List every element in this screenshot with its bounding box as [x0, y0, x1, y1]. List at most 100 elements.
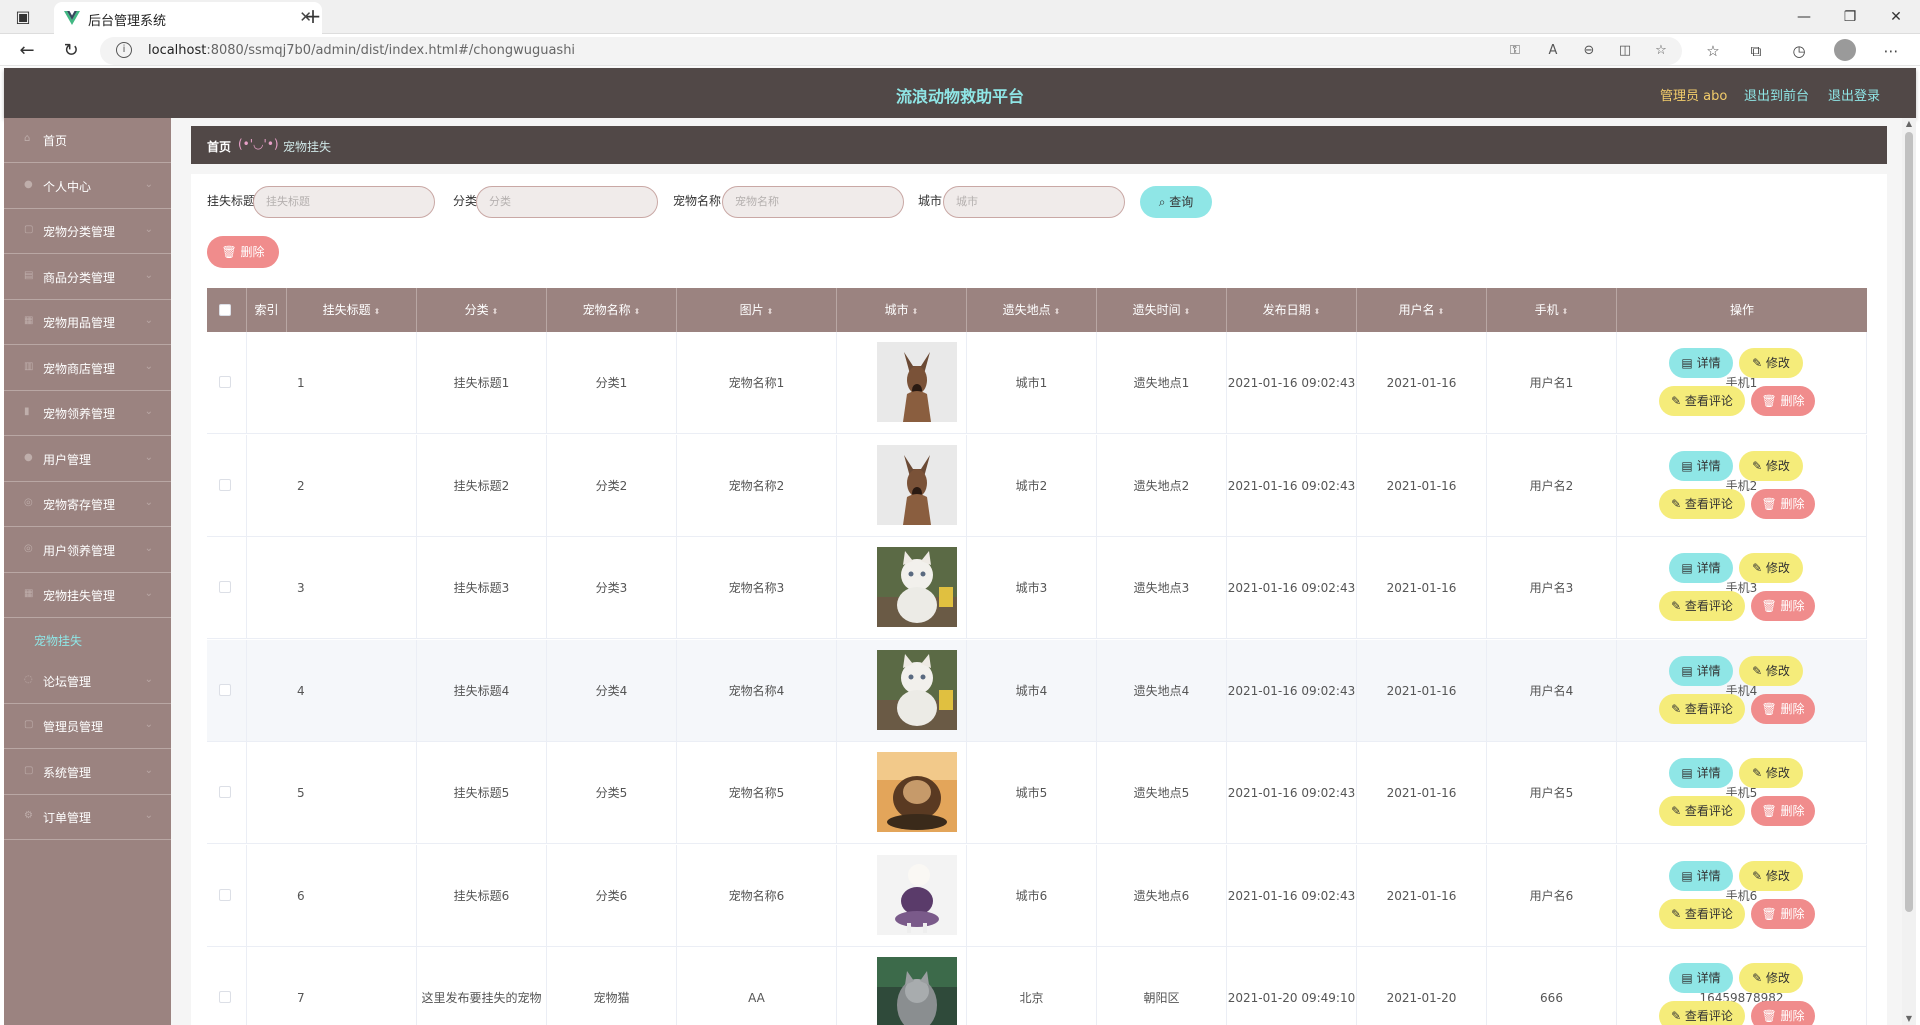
sort-icon[interactable]: ⬍ — [634, 307, 641, 316]
pet-photo[interactable] — [877, 752, 957, 832]
url-field[interactable]: i localhost:8080/ssmqj7b0/admin/dist/ind… — [100, 37, 1682, 65]
sidebar-item[interactable]: ● 用户管理 ⌄ — [4, 437, 171, 482]
profile-avatar[interactable] — [1834, 39, 1856, 61]
edit-button[interactable]: ✎ 修改 — [1739, 860, 1803, 891]
column-header[interactable]: 宠物名称 ⬍ — [547, 288, 677, 332]
sidebar-item[interactable]: ▢ 系统管理 ⌄ — [4, 750, 171, 795]
sidebar-item[interactable]: ◎ 宠物寄存管理 ⌄ — [4, 482, 171, 527]
view-comments-button[interactable]: ✎ 查看评论 — [1659, 898, 1745, 929]
pet-photo[interactable] — [877, 649, 957, 730]
pet-photo[interactable] — [877, 854, 957, 935]
row-checkbox[interactable] — [219, 376, 231, 388]
row-checkbox[interactable] — [219, 991, 231, 1003]
sidebar-item[interactable]: ▢ 管理员管理 ⌄ — [4, 704, 171, 749]
sort-icon[interactable]: ⬍ — [1562, 307, 1569, 316]
minimize-icon[interactable]: — — [1784, 4, 1824, 30]
row-checkbox[interactable] — [219, 581, 231, 593]
search-petname-input[interactable]: 宠物名称 — [722, 186, 904, 218]
edit-button[interactable]: ✎ 修改 — [1739, 553, 1803, 583]
detail-button[interactable]: ▤ 详情 — [1669, 758, 1733, 788]
search-category-input[interactable]: 分类 — [476, 186, 658, 218]
delete-button[interactable]: 🗑 删除 — [1751, 488, 1815, 519]
row-checkbox[interactable] — [219, 888, 231, 901]
page-scrollbar[interactable]: ▲ ▼ — [1902, 118, 1916, 1025]
column-header[interactable]: 遗失地点 ⬍ — [967, 288, 1097, 332]
sidebar-item[interactable]: ◌ 论坛管理 ⌄ — [4, 659, 171, 704]
delete-button[interactable]: 🗑 删除 — [1751, 693, 1815, 724]
sort-icon[interactable]: ⬍ — [492, 307, 499, 316]
search-title-input[interactable]: 挂失标题 — [253, 186, 435, 218]
sidebar-item[interactable]: ▮ 宠物领养管理 ⌄ — [4, 391, 171, 436]
sidebar-item[interactable]: ▥ 宠物商店管理 ⌄ — [4, 346, 171, 391]
edit-button[interactable]: ✎ 修改 — [1739, 963, 1803, 993]
sidebar-item[interactable]: ▢ 宠物分类管理 ⌄ — [4, 209, 171, 254]
back-icon[interactable]: ← — [14, 38, 40, 64]
view-comments-button[interactable]: ✎ 查看评论 — [1659, 488, 1745, 519]
sidebar-subitem-lost-pets[interactable]: 宠物挂失 — [4, 618, 171, 659]
detail-button[interactable]: ▤ 详情 — [1669, 655, 1733, 686]
sort-icon[interactable]: ⬍ — [912, 307, 919, 316]
split-screen-icon[interactable]: ◫ — [1616, 42, 1634, 60]
restore-icon[interactable]: ❐ — [1830, 4, 1870, 30]
sidebar-toggle-icon[interactable]: ▣ — [10, 4, 36, 30]
sidebar-item[interactable]: ▤ 商品分类管理 ⌄ — [4, 255, 171, 300]
sort-icon[interactable]: ⬍ — [1438, 307, 1445, 316]
sort-icon[interactable]: ⬍ — [374, 307, 381, 316]
row-checkbox[interactable] — [219, 786, 231, 798]
detail-button[interactable]: ▤ 详情 — [1669, 450, 1733, 481]
logout-link[interactable]: 退出登录 — [1828, 85, 1880, 104]
sort-icon[interactable]: ⬍ — [767, 307, 774, 316]
batch-delete-button[interactable]: 🗑 删除 — [207, 236, 279, 268]
search-city-input[interactable]: 城市 — [943, 186, 1125, 218]
select-all-checkbox[interactable] — [219, 304, 231, 316]
view-comments-button[interactable]: ✎ 查看评论 — [1659, 386, 1745, 416]
delete-button[interactable]: 🗑 删除 — [1751, 898, 1815, 929]
view-comments-button[interactable]: ✎ 查看评论 — [1659, 1001, 1745, 1025]
edit-button[interactable]: ✎ 修改 — [1739, 758, 1803, 788]
view-comments-button[interactable]: ✎ 查看评论 — [1659, 591, 1745, 621]
column-header[interactable]: 图片 ⬍ — [677, 288, 837, 332]
edit-button[interactable]: ✎ 修改 — [1739, 348, 1803, 378]
detail-button[interactable]: ▤ 详情 — [1669, 553, 1733, 583]
delete-button[interactable]: 🗑 删除 — [1751, 386, 1815, 416]
view-comments-button[interactable]: ✎ 查看评论 — [1659, 796, 1745, 826]
column-header[interactable]: 分类 ⬍ — [417, 288, 547, 332]
column-header[interactable]: 城市 ⬍ — [837, 288, 967, 332]
close-window-icon[interactable]: ✕ — [1876, 4, 1916, 30]
sort-icon[interactable]: ⬍ — [1314, 307, 1321, 316]
favorites-icon[interactable]: ☆ — [1702, 40, 1724, 62]
delete-button[interactable]: 🗑 删除 — [1751, 796, 1815, 826]
column-header[interactable]: 挂失标题 ⬍ — [287, 288, 417, 332]
edit-button[interactable]: ✎ 修改 — [1739, 450, 1803, 481]
add-favorite-icon[interactable]: ☆ — [1652, 42, 1670, 60]
history-icon[interactable]: ◷ — [1788, 40, 1810, 62]
column-header[interactable]: 手机 ⬍ — [1487, 288, 1617, 332]
view-comments-button[interactable]: ✎ 查看评论 — [1659, 693, 1745, 724]
row-checkbox[interactable] — [219, 683, 231, 696]
pet-photo[interactable] — [877, 342, 957, 422]
sidebar-item[interactable]: ● 个人中心 ⌄ — [4, 164, 171, 209]
detail-button[interactable]: ▤ 详情 — [1669, 348, 1733, 378]
sidebar-item[interactable]: ⌂ 首页 — [4, 118, 171, 163]
detail-button[interactable]: ▤ 详情 — [1669, 963, 1733, 993]
collections-icon[interactable]: ⧉ — [1745, 40, 1767, 62]
refresh-icon[interactable]: ↻ — [58, 38, 84, 64]
column-header[interactable]: 用户名 ⬍ — [1357, 288, 1487, 332]
sort-icon[interactable]: ⬍ — [1054, 307, 1061, 316]
exit-to-front-link[interactable]: 退出到前台 — [1744, 85, 1809, 104]
pet-photo[interactable] — [877, 444, 957, 525]
query-button[interactable]: ⌕ 查询 — [1140, 186, 1212, 218]
new-tab-button[interactable]: + — [300, 4, 326, 30]
column-header[interactable]: 遗失时间 ⬍ — [1097, 288, 1227, 332]
detail-button[interactable]: ▤ 详情 — [1669, 860, 1733, 891]
scroll-thumb[interactable] — [1905, 132, 1913, 912]
edit-button[interactable]: ✎ 修改 — [1739, 655, 1803, 686]
scroll-down-icon[interactable]: ▼ — [1902, 1013, 1916, 1025]
column-header[interactable]: 发布日期 ⬍ — [1227, 288, 1357, 332]
sort-icon[interactable]: ⬍ — [1184, 307, 1191, 316]
scroll-up-icon[interactable]: ▲ — [1902, 118, 1916, 130]
key-icon[interactable]: ⚿ — [1506, 42, 1524, 60]
delete-button[interactable]: 🗑 删除 — [1751, 1001, 1815, 1025]
zoom-icon[interactable]: ⊖ — [1580, 42, 1598, 60]
more-menu-icon[interactable]: ⋯ — [1880, 40, 1902, 62]
